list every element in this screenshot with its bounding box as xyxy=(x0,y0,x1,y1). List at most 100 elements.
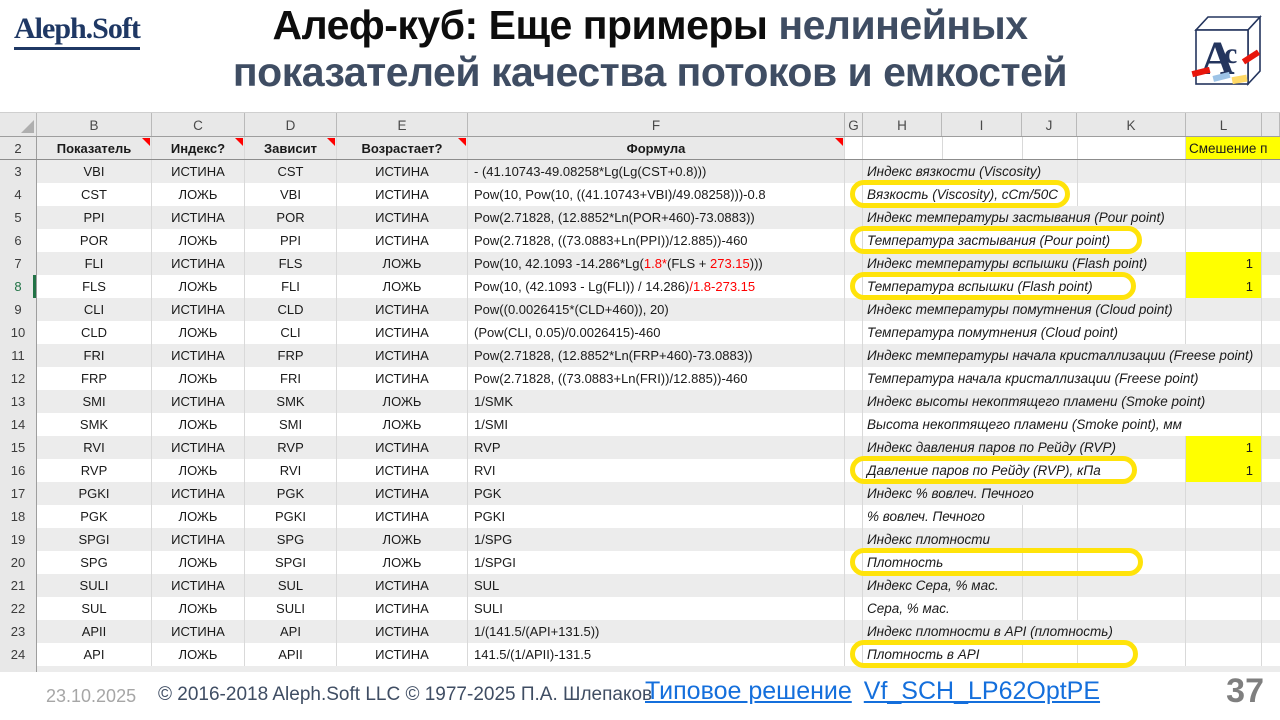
cell-d[interactable]: PGK xyxy=(245,482,337,505)
cell-m[interactable] xyxy=(1262,574,1280,597)
cell-formula[interactable]: - (41.10743-49.08258*Lg(Lg(CST+0.8))) xyxy=(468,160,845,183)
cell-l[interactable] xyxy=(1186,183,1262,206)
cell-c[interactable]: ИСТИНА xyxy=(152,620,245,643)
row-number[interactable]: 6 xyxy=(0,229,37,252)
row-number[interactable]: 19 xyxy=(0,528,37,551)
cell-d[interactable]: SPG xyxy=(245,528,337,551)
cell-d[interactable]: CST xyxy=(245,160,337,183)
cell-m[interactable] xyxy=(1262,367,1280,390)
cell-l[interactable] xyxy=(1186,206,1262,229)
cell-l[interactable] xyxy=(1186,505,1262,528)
cell-m[interactable] xyxy=(1262,160,1280,183)
cell-b[interactable]: FRI xyxy=(37,344,152,367)
cell-description[interactable]: Индекс температуры застывания (Pour poin… xyxy=(863,206,1186,229)
column-letter-F[interactable]: F xyxy=(468,113,845,136)
cell-e[interactable]: ИСТИНА xyxy=(337,321,468,344)
cell-b[interactable]: CLI xyxy=(37,298,152,321)
cell-b[interactable]: PPI xyxy=(37,206,152,229)
cell-description[interactable]: Температура вспышки (Flash point) xyxy=(863,275,1186,298)
cell-b[interactable]: CST xyxy=(37,183,152,206)
cell-g[interactable] xyxy=(845,643,863,666)
cell-b[interactable]: RVP xyxy=(37,459,152,482)
cell-m[interactable] xyxy=(1262,597,1280,620)
cell-m[interactable] xyxy=(1262,183,1280,206)
cell-m[interactable] xyxy=(1262,206,1280,229)
column-letter-L[interactable]: L xyxy=(1186,113,1262,136)
cell-l[interactable]: 1 xyxy=(1186,252,1262,275)
row-number[interactable]: 7 xyxy=(0,252,37,275)
column-letter-G[interactable]: G xyxy=(845,113,863,136)
cell-d[interactable]: PPI xyxy=(245,229,337,252)
cell-b[interactable]: PGKI xyxy=(37,482,152,505)
cell-e[interactable]: ИСТИНА xyxy=(337,505,468,528)
cell-b[interactable]: PGK xyxy=(37,505,152,528)
cell-description[interactable]: Температура застывания (Pour point) xyxy=(863,229,1186,252)
cell-g[interactable] xyxy=(845,436,863,459)
cell-m[interactable] xyxy=(1262,551,1280,574)
cell-c[interactable]: ЛОЖЬ xyxy=(152,643,245,666)
cell-g[interactable] xyxy=(845,597,863,620)
cell-g[interactable] xyxy=(845,137,863,159)
cell-l[interactable] xyxy=(1186,551,1262,574)
cell-g[interactable] xyxy=(845,252,863,275)
cell-l[interactable] xyxy=(1186,528,1262,551)
cell-l[interactable] xyxy=(1186,229,1262,252)
cell-d[interactable]: PGKI xyxy=(245,505,337,528)
row-number[interactable]: 2 xyxy=(0,137,37,159)
cell-e[interactable]: ЛОЖЬ xyxy=(337,551,468,574)
header-desc-area[interactable] xyxy=(863,137,1186,159)
cell-c[interactable]: ИСТИНА xyxy=(152,528,245,551)
row-number[interactable]: 4 xyxy=(0,183,37,206)
column-letter-K[interactable]: K xyxy=(1077,113,1186,136)
cell-l[interactable]: 1 xyxy=(1186,275,1262,298)
cell-c[interactable]: ЛОЖЬ xyxy=(152,505,245,528)
cell-l[interactable] xyxy=(1186,321,1262,344)
column-letter-E[interactable]: E xyxy=(337,113,468,136)
cell-description[interactable]: Индекс температуры начала кристаллизации… xyxy=(863,344,1186,367)
cell-e[interactable]: ИСТИНА xyxy=(337,436,468,459)
cell-description[interactable]: Индекс Сера, % мас. xyxy=(863,574,1186,597)
row-number[interactable]: 9 xyxy=(0,298,37,321)
cell-e[interactable]: ИСТИНА xyxy=(337,206,468,229)
cell-description[interactable]: Индекс плотности в API (плотность) xyxy=(863,620,1186,643)
cell-c[interactable]: ИСТИНА xyxy=(152,390,245,413)
cell-g[interactable] xyxy=(845,459,863,482)
cell-c[interactable]: ИСТИНА xyxy=(152,344,245,367)
cell-g[interactable] xyxy=(845,574,863,597)
cell-description[interactable]: Давление паров по Рейду (RVP), кПа xyxy=(863,459,1186,482)
cell-g[interactable] xyxy=(845,505,863,528)
cell-b[interactable]: SULI xyxy=(37,574,152,597)
cell-m[interactable] xyxy=(1262,344,1280,367)
cell-m[interactable] xyxy=(1262,505,1280,528)
cell-g[interactable] xyxy=(845,551,863,574)
cell-m[interactable] xyxy=(1262,275,1280,298)
column-letter-H[interactable]: H xyxy=(863,113,942,136)
cell-e[interactable]: ЛОЖЬ xyxy=(337,275,468,298)
cell-c[interactable]: ЛОЖЬ xyxy=(152,183,245,206)
row-number[interactable]: 23 xyxy=(0,620,37,643)
column-letter-J[interactable]: J xyxy=(1022,113,1077,136)
cell-g[interactable] xyxy=(845,275,863,298)
cell-c[interactable]: ЛОЖЬ xyxy=(152,551,245,574)
cell-m[interactable] xyxy=(1262,252,1280,275)
header-cell-d[interactable]: Зависит xyxy=(245,137,337,159)
cell-d[interactable]: FLI xyxy=(245,275,337,298)
cell-b[interactable]: SPG xyxy=(37,551,152,574)
cell-g[interactable] xyxy=(845,321,863,344)
cell-formula[interactable]: 1/SPG xyxy=(468,528,845,551)
cell-b[interactable]: SUL xyxy=(37,597,152,620)
cell-formula[interactable]: Pow(2.71828, (12.8852*Ln(POR+460)-73.088… xyxy=(468,206,845,229)
cell-d[interactable]: SMK xyxy=(245,390,337,413)
cell-b[interactable]: APII xyxy=(37,620,152,643)
cell-e[interactable]: ИСТИНА xyxy=(337,183,468,206)
cell-description[interactable]: Индекс % вовлеч. Печного xyxy=(863,482,1186,505)
cell-m[interactable] xyxy=(1262,229,1280,252)
cell-formula[interactable]: (Pow(CLI, 0.05)/0.0026415)-460 xyxy=(468,321,845,344)
cell-b[interactable]: VBI xyxy=(37,160,152,183)
cell-g[interactable] xyxy=(845,344,863,367)
cell-d[interactable]: FRI xyxy=(245,367,337,390)
cell-d[interactable]: RVI xyxy=(245,459,337,482)
cell-description[interactable]: Индекс температуры вспышки (Flash point) xyxy=(863,252,1186,275)
row-number[interactable]: 18 xyxy=(0,505,37,528)
cell-g[interactable] xyxy=(845,482,863,505)
